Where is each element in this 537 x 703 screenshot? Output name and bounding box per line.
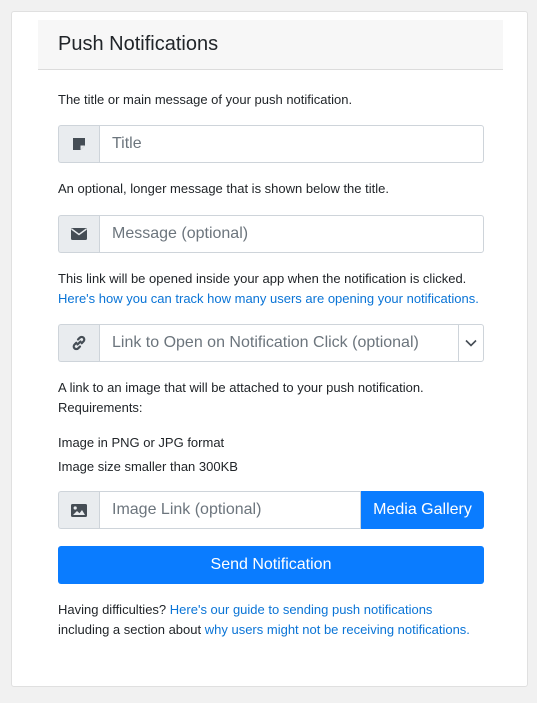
footer-text-2: including a section about xyxy=(58,622,202,637)
image-input-group: Media Gallery xyxy=(58,491,484,529)
send-notification-button[interactable]: Send Notification xyxy=(58,546,484,584)
link-input-group xyxy=(58,324,484,362)
image-help-line: A link to an image that will be attached… xyxy=(58,380,424,395)
title-help-text: The title or main message of your push n… xyxy=(58,92,353,107)
envelope-icon xyxy=(58,215,99,253)
link-icon xyxy=(58,324,99,362)
chevron-down-icon[interactable] xyxy=(458,324,484,362)
message-help-text: An optional, longer message that is show… xyxy=(58,181,389,196)
footer-text-1: Having difficulties? xyxy=(58,602,167,617)
image-help-text: A link to an image that will be attached… xyxy=(58,378,424,418)
link-input[interactable] xyxy=(99,324,459,362)
link-help-line: This link will be opened inside your app… xyxy=(58,271,467,286)
media-gallery-button[interactable]: Media Gallery xyxy=(361,491,484,529)
title-input-group xyxy=(58,125,484,163)
message-input-group xyxy=(58,215,484,253)
requirement-size: Image size smaller than 300KB xyxy=(58,459,238,474)
page-title: Push Notifications xyxy=(58,33,219,55)
footer-help: Having difficulties? Here's our guide to… xyxy=(58,600,470,640)
image-icon xyxy=(58,491,99,529)
not-receiving-link[interactable]: why users might not be receiving notific… xyxy=(205,622,470,637)
footer-line-1: Having difficulties? Here's our guide to… xyxy=(58,600,470,620)
image-link-input[interactable] xyxy=(99,491,361,529)
card-header: Push Notifications xyxy=(38,20,503,70)
message-input[interactable] xyxy=(99,215,484,253)
link-help-text: This link will be opened inside your app… xyxy=(58,269,479,309)
sending-guide-link[interactable]: Here's our guide to sending push notific… xyxy=(170,602,433,617)
push-notifications-card: Push Notifications The title or main mes… xyxy=(11,11,528,687)
title-input[interactable] xyxy=(99,125,484,163)
requirement-format: Image in PNG or JPG format xyxy=(58,435,225,450)
footer-line-2: including a section about why users migh… xyxy=(58,620,470,640)
requirements-label: Requirements: xyxy=(58,400,143,415)
sticky-note-icon xyxy=(58,125,99,163)
track-opens-link[interactable]: Here's how you can track how many users … xyxy=(58,291,479,306)
